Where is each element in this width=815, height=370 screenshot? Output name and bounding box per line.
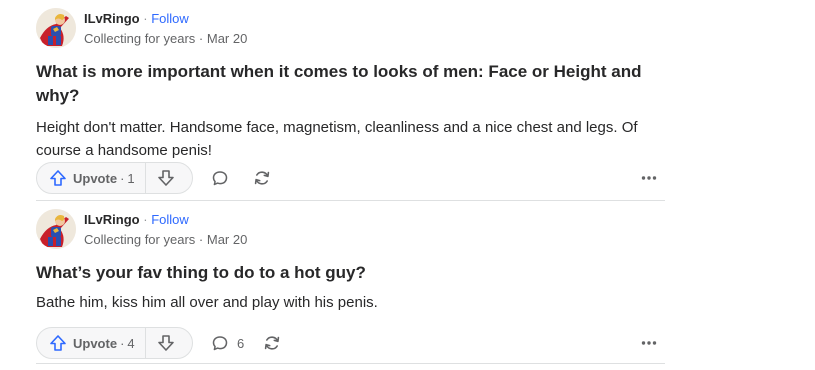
downvote-button[interactable]	[146, 328, 186, 358]
arrow-up-icon	[50, 335, 66, 351]
meta-separator: ·	[198, 31, 204, 46]
superhero-avatar-image	[36, 209, 76, 249]
arrow-down-icon	[157, 170, 174, 186]
author-credential: Collecting for years	[84, 31, 196, 46]
question-title[interactable]: What is more important when it comes to …	[36, 60, 665, 108]
more-options-button[interactable]	[639, 333, 659, 358]
answer-date[interactable]: Mar 20	[207, 232, 247, 247]
answer-feed: ILvRingo · Follow Collecting for years ·…	[36, 0, 665, 364]
author-name[interactable]: ILvRingo	[84, 212, 140, 227]
author-credential: Collecting for years	[84, 232, 196, 247]
author-meta: Collecting for years · Mar 20	[84, 231, 247, 249]
comment-button[interactable]: 6	[210, 333, 244, 353]
ellipsis-icon	[641, 341, 657, 345]
vote-pill: Upvote · 1	[36, 162, 193, 194]
comment-count: 6	[237, 335, 245, 351]
question-title[interactable]: What’s your fav thing to do to a hot guy…	[36, 261, 665, 285]
follow-button[interactable]: Follow	[151, 212, 189, 227]
meta-separator: ·	[198, 232, 204, 247]
refresh-arrows-icon	[264, 336, 280, 350]
upvote-label: Upvote	[73, 335, 118, 351]
author-line: ILvRingo · Follow	[84, 211, 189, 229]
upvote-button[interactable]: Upvote · 4	[37, 328, 146, 358]
upvote-count: 1	[127, 170, 135, 186]
upvote-separator: ·	[120, 335, 125, 351]
downvote-button[interactable]	[146, 163, 186, 193]
refresh-arrows-icon	[254, 171, 270, 185]
author-line: ILvRingo · Follow	[84, 10, 189, 28]
ellipsis-icon	[641, 176, 657, 180]
share-button[interactable]	[252, 168, 272, 193]
action-bar: Upvote · 1	[36, 162, 665, 196]
author-separator: ·	[143, 11, 148, 26]
answer-text: Bathe him, kiss him all over and play wi…	[36, 294, 378, 311]
upvote-count: 4	[127, 335, 135, 351]
action-bar: Upvote · 4 6	[36, 327, 665, 361]
arrow-down-icon	[157, 335, 174, 351]
comment-button[interactable]	[210, 168, 237, 188]
author-name[interactable]: ILvRingo	[84, 11, 140, 26]
answer-text: Height don't matter. Handsome face, magn…	[36, 119, 638, 159]
upvote-label: Upvote	[73, 170, 118, 186]
author-meta: Collecting for years · Mar 20	[84, 30, 247, 48]
author-avatar[interactable]	[36, 209, 76, 249]
follow-button[interactable]: Follow	[151, 11, 189, 26]
speech-bubble-icon	[212, 336, 228, 351]
answer-card: ILvRingo · Follow Collecting for years ·…	[36, 201, 665, 364]
more-options-button[interactable]	[639, 168, 659, 193]
arrow-up-icon	[50, 170, 66, 186]
answer-date[interactable]: Mar 20	[207, 31, 247, 46]
upvote-button[interactable]: Upvote · 1	[37, 163, 146, 193]
upvote-separator: ·	[120, 170, 125, 186]
superhero-avatar-image	[36, 8, 76, 48]
answer-card: ILvRingo · Follow Collecting for years ·…	[36, 0, 665, 201]
speech-bubble-icon	[212, 171, 228, 186]
vote-pill: Upvote · 4	[36, 327, 193, 359]
author-avatar[interactable]	[36, 8, 76, 48]
share-button[interactable]	[262, 333, 282, 358]
author-separator: ·	[143, 212, 148, 227]
